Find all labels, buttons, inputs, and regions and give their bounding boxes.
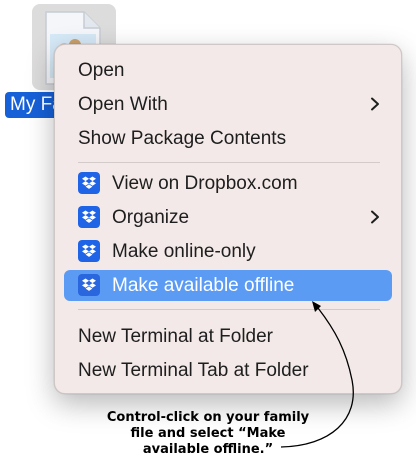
caption-line-3: available offline.” [142,442,274,457]
caption-line-1: Control-click on your family [106,410,310,425]
annotation-arrow [280,301,354,448]
caption-line-2: file and select “Make [130,426,286,441]
desktop: My Family Open Open With Show Package Co… [0,0,416,468]
annotation-caption: Control-click on your family file and se… [92,410,324,458]
